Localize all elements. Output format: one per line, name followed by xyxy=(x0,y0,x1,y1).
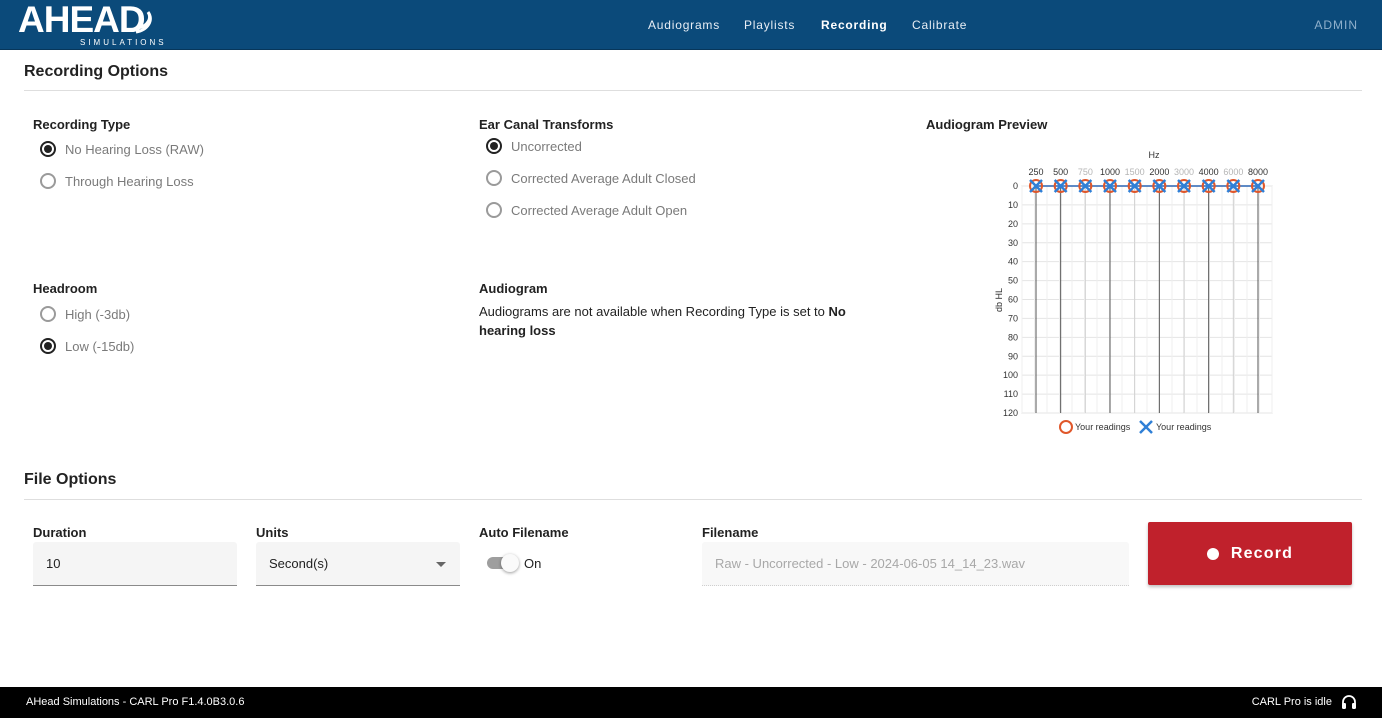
radio-label: Corrected Average Adult Open xyxy=(511,202,688,218)
radio-corrected-adult-open[interactable]: Corrected Average Adult Open xyxy=(486,202,687,218)
radio-corrected-adult-closed[interactable]: Corrected Average Adult Closed xyxy=(486,170,696,186)
file-options-title: File Options xyxy=(24,471,117,488)
x-tick-label: 750 xyxy=(1078,167,1093,177)
duration-input[interactable]: 10 xyxy=(33,542,237,586)
toggle-thumb[interactable] xyxy=(501,554,519,572)
audiogram-preview-label: Audiogram Preview xyxy=(926,117,1048,132)
legend-circle-marker xyxy=(1059,420,1073,434)
recording-type-label: Recording Type xyxy=(33,117,131,132)
x-tick-label: 2000 xyxy=(1149,167,1169,177)
nav-recording[interactable]: Recording xyxy=(821,18,888,32)
logo-subtext: SIMULATIONS xyxy=(80,38,167,47)
x-tick-label: 3000 xyxy=(1174,167,1194,177)
y-axis-label: db HL xyxy=(994,288,1004,312)
radio-no-hearing-loss[interactable]: No Hearing Loss (RAW) xyxy=(40,141,204,157)
units-selected-value: Second(s) xyxy=(269,556,329,571)
radio-label: Low (-15db) xyxy=(65,338,135,354)
radio-label: Uncorrected xyxy=(511,138,582,154)
nav-audiograms[interactable]: Audiograms xyxy=(648,18,720,32)
logo-text: AHEAD xyxy=(18,0,146,40)
recording-options-title: Recording Options xyxy=(24,63,168,80)
y-tick-label: 110 xyxy=(1004,389,1018,399)
radio-label: Through Hearing Loss xyxy=(65,173,194,189)
audiogram-chart: 0 10 20 30 40 50 60 70 80 90 100 110 120 250 500 750 100… xyxy=(980,140,1290,440)
status-footer: AHead Simulations - CARL Pro F1.4.0B3.0.… xyxy=(0,687,1382,718)
radio-button[interactable] xyxy=(40,173,56,189)
audiogram-chart-svg: 0 10 20 30 40 50 60 70 80 90 100 110 120 250 500 750 100… xyxy=(994,150,1273,434)
legend-label: Your readings xyxy=(1156,422,1212,432)
radio-high-headroom[interactable]: High (-3db) xyxy=(40,306,130,322)
filename-label: Filename xyxy=(702,525,759,540)
audiogram-label: Audiogram xyxy=(479,281,548,296)
radio-button-checked[interactable] xyxy=(486,138,502,154)
record-button-label: Record xyxy=(1230,544,1294,562)
x-tick-label: 500 xyxy=(1053,167,1068,177)
x-axis-label: Hz xyxy=(1149,150,1160,160)
nav-calibrate[interactable]: Calibrate xyxy=(912,18,967,32)
headphones-icon xyxy=(1342,695,1356,709)
ear-canal-transforms-label: Ear Canal Transforms xyxy=(479,117,614,132)
radio-button[interactable] xyxy=(40,306,56,322)
auto-filename-toggle[interactable] xyxy=(487,554,521,572)
recording-options-divider xyxy=(24,90,1362,91)
auto-filename-state: On xyxy=(524,556,542,571)
radio-label: High (-3db) xyxy=(65,306,131,322)
radio-button[interactable] xyxy=(486,170,502,186)
record-button[interactable]: Record xyxy=(1148,522,1352,585)
radio-label: No Hearing Loss (RAW) xyxy=(65,141,204,157)
logo-swoosh-icon xyxy=(135,11,152,34)
audiogram-message-text: Audiograms are not available when Record… xyxy=(479,304,829,319)
y-tick-label: 10 xyxy=(1008,200,1018,210)
y-tick-label: 20 xyxy=(1008,219,1018,229)
top-navigation-bar: AHEAD SIMULATIONS Audiograms Playlists R… xyxy=(0,0,1382,50)
legend-label: Your readings xyxy=(1075,422,1131,432)
record-dot-icon xyxy=(1206,547,1219,560)
units-label: Units xyxy=(256,525,289,540)
radio-button[interactable] xyxy=(486,202,502,218)
app-version-text: AHead Simulations - CARL Pro F1.4.0B3.0.… xyxy=(26,696,245,708)
radio-uncorrected[interactable]: Uncorrected xyxy=(486,138,582,154)
headroom-label: Headroom xyxy=(33,281,98,296)
filename-input[interactable]: Raw - Uncorrected - Low - 2024-06-05 14_… xyxy=(702,542,1129,586)
x-tick-label: 250 xyxy=(1028,167,1043,177)
radio-button-checked[interactable] xyxy=(40,338,56,354)
y-tick-label: 80 xyxy=(1008,332,1018,342)
duration-label: Duration xyxy=(33,525,87,540)
x-tick-label: 1000 xyxy=(1100,167,1120,177)
admin-link[interactable]: ADMIN xyxy=(1314,18,1358,32)
units-select[interactable]: Second(s) xyxy=(256,542,460,586)
x-tick-label: 6000 xyxy=(1223,167,1243,177)
y-tick-label: 30 xyxy=(1008,238,1018,248)
status-text: CARL Pro is idle xyxy=(1251,696,1332,708)
y-tick-label: 70 xyxy=(1008,313,1018,323)
x-tick-label: 1500 xyxy=(1125,167,1145,177)
auto-filename-label: Auto Filename xyxy=(479,525,569,540)
y-tick-label: 120 xyxy=(1003,408,1018,418)
y-tick-label: 60 xyxy=(1008,295,1018,305)
radio-label: Corrected Average Adult Closed xyxy=(511,170,696,186)
file-options-divider xyxy=(24,499,1362,500)
radio-through-hearing-loss[interactable]: Through Hearing Loss xyxy=(40,173,194,189)
y-tick-label: 0 xyxy=(1013,181,1018,191)
audiogram-unavailable-message: Audiograms are not available when Record… xyxy=(479,302,859,340)
y-tick-label: 50 xyxy=(1008,276,1018,286)
dropdown-arrow-icon xyxy=(436,562,446,567)
ahead-logo[interactable]: AHEAD SIMULATIONS xyxy=(18,0,168,48)
nav-playlists[interactable]: Playlists xyxy=(744,18,795,32)
x-tick-label: 8000 xyxy=(1248,167,1268,177)
y-tick-label: 40 xyxy=(1008,257,1018,267)
radio-low-headroom[interactable]: Low (-15db) xyxy=(40,338,134,354)
y-tick-label: 100 xyxy=(1003,370,1018,380)
radio-button-checked[interactable] xyxy=(40,141,56,157)
x-tick-label: 4000 xyxy=(1199,167,1219,177)
y-tick-label: 90 xyxy=(1008,351,1018,361)
